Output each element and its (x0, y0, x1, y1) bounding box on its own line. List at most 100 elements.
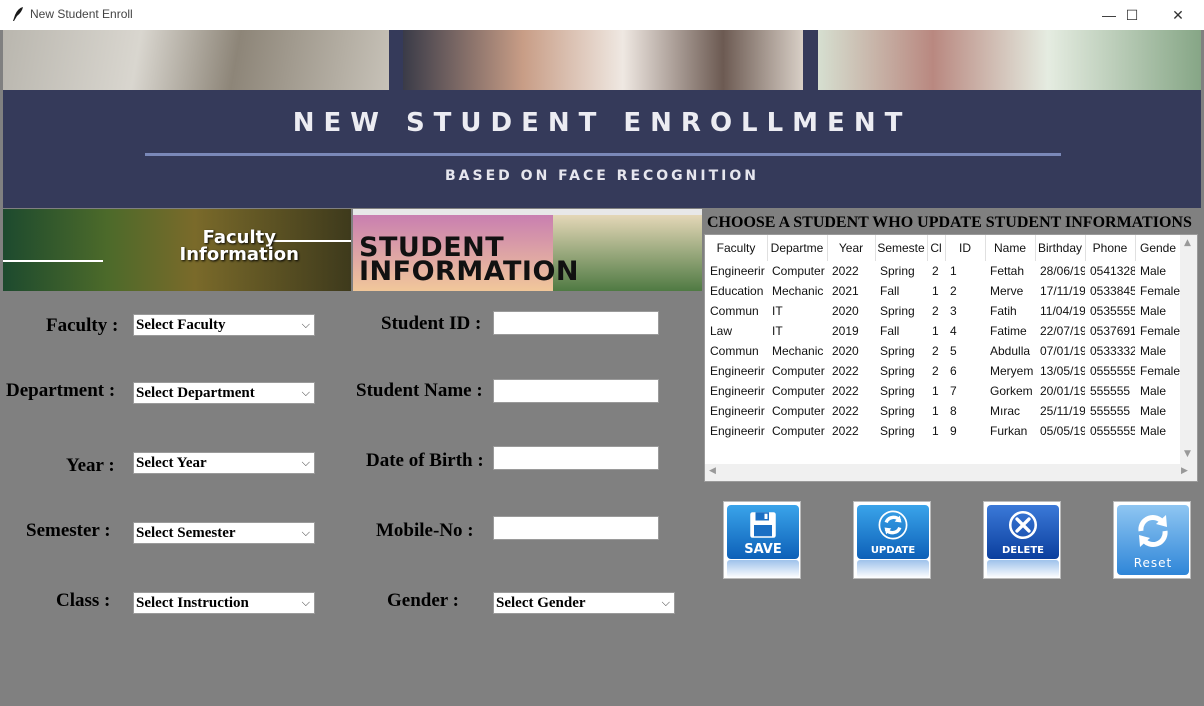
save-button-face: SAVE (727, 505, 799, 559)
delete-button[interactable]: DELETE (983, 501, 1061, 579)
table-cell: 1 (932, 284, 939, 298)
maximize-button[interactable]: ☐ (1109, 0, 1155, 30)
faculty-banner-line-left (3, 260, 103, 262)
table-column-header[interactable]: Gende (1135, 235, 1182, 261)
table-cell: IT (772, 324, 783, 338)
scroll-down-icon[interactable]: ▼ (1184, 449, 1191, 459)
department-select[interactable]: Select Department ⌵ (133, 382, 315, 404)
table-row[interactable]: Engineerir Computer 2022 Spring 1 9 Furkan 05/0… (705, 421, 1181, 441)
table-column-header[interactable]: Birthday (1035, 235, 1086, 261)
update-button[interactable]: UPDATE (853, 501, 931, 579)
student-table[interactable]: Faculty Departme Year Semeste Cl ID Name Birthd… (704, 234, 1198, 482)
department-select-value: Select Department (136, 385, 255, 401)
table-column-header[interactable]: Semeste (875, 235, 928, 261)
table-cell: Fall (880, 284, 900, 298)
table-column-header[interactable]: Phone (1085, 235, 1136, 261)
horizontal-scrollbar[interactable]: ◀ ▶ (705, 464, 1197, 481)
header-banner: NEW STUDENT ENROLLMENT BASED ON FACE REC… (3, 30, 1201, 208)
table-column-header[interactable]: Year (827, 235, 876, 261)
table-cell: Fettah (990, 264, 1025, 278)
reset-button[interactable]: Reset (1113, 501, 1191, 579)
table-cell: Spring (880, 264, 915, 278)
table-row[interactable]: Engineerir Computer 2022 Spring 2 6 Meryem 13/0… (705, 361, 1181, 381)
table-cell: Furkan (990, 424, 1028, 438)
student-name-input[interactable] (493, 379, 659, 403)
table-cell: Spring (880, 384, 915, 398)
table-column-header[interactable]: Faculty (705, 235, 768, 261)
table-cell: Female (1140, 364, 1181, 378)
table-cell: Gorkem (990, 384, 1033, 398)
table-cell: Commun (710, 344, 759, 358)
table-cell: Spring (880, 304, 915, 318)
class-select[interactable]: Select Instruction ⌵ (133, 592, 315, 614)
faculty-select-value: Select Faculty (136, 317, 226, 333)
table-cell: 07/01/19 (1040, 344, 1085, 358)
table-column-header[interactable]: ID (945, 235, 986, 261)
table-column-header[interactable]: Cl (927, 235, 946, 261)
table-cell: 2022 (832, 424, 859, 438)
table-cell: Education (710, 284, 764, 298)
student-banner-line2: INFORMATION (359, 256, 580, 287)
table-cell: 1 (950, 264, 957, 278)
table-row[interactable]: Commun Mechanic 2020 Spring 2 5 Abdulla 07/01/1… (705, 341, 1181, 361)
table-cell: 2 (950, 284, 957, 298)
vertical-scrollbar[interactable]: ▲ ▼ (1180, 235, 1197, 464)
close-button[interactable]: ✕ (1155, 0, 1201, 30)
table-cell: 2021 (832, 284, 859, 298)
table-cell: Computer (772, 384, 825, 398)
table-cell: Law (710, 324, 733, 338)
update-button-face: UPDATE (857, 505, 929, 559)
banner-photo-students (403, 30, 803, 90)
table-cell: 2022 (832, 364, 859, 378)
table-cell: Computer (772, 264, 825, 278)
table-row[interactable]: Engineerir Computer 2022 Spring 2 1 Fettah 28/0… (705, 261, 1181, 281)
semester-select[interactable]: Select Semester ⌵ (133, 522, 315, 544)
table-cell: 1 (932, 324, 939, 338)
save-button[interactable]: SAVE (723, 501, 801, 579)
reset-button-face: Reset (1117, 505, 1189, 575)
table-row[interactable]: Engineerir Computer 2022 Spring 1 7 Gorkem 20/0… (705, 381, 1181, 401)
student-id-input[interactable] (493, 311, 659, 335)
table-cell: Male (1140, 404, 1167, 418)
table-cell: 8 (950, 404, 957, 418)
student-name-label: Student Name : (356, 380, 483, 401)
scroll-left-icon[interactable]: ◀ (709, 466, 716, 476)
faculty-select[interactable]: Select Faculty ⌵ (133, 314, 315, 336)
banner-title: NEW STUDENT ENROLLMENT (292, 108, 912, 138)
scroll-up-icon[interactable]: ▲ (1184, 238, 1191, 248)
table-cell: 11/04/19 (1040, 304, 1085, 318)
table-cell: Engineerir (710, 424, 765, 438)
scroll-right-icon[interactable]: ▶ (1181, 466, 1188, 476)
table-cell: 22/07/19 (1040, 324, 1085, 338)
table-cell: 25/11/19 (1040, 404, 1085, 418)
chevron-down-icon: ⌵ (301, 386, 310, 399)
table-column-header[interactable]: Name (985, 235, 1036, 261)
gender-select[interactable]: Select Gender ⌵ (493, 592, 675, 614)
table-row[interactable]: Engineerir Computer 2022 Spring 1 8 Mırac 25/11… (705, 401, 1181, 421)
table-cell: 4 (950, 324, 957, 338)
table-cell: 28/06/19 (1040, 264, 1085, 278)
mobile-no-input[interactable] (493, 516, 659, 540)
table-cell: Engineerir (710, 404, 765, 418)
table-cell: Male (1140, 344, 1167, 358)
delete-button-reflection (987, 560, 1059, 578)
reset-arrows-icon (1138, 515, 1168, 547)
delete-button-label: DELETE (1002, 545, 1044, 556)
table-cell: 1 (932, 424, 939, 438)
table-row[interactable]: Education Mechanic 2021 Fall 1 2 Merve 17/11/19… (705, 281, 1181, 301)
table-row[interactable]: Commun IT 2020 Spring 2 3 Fatih 11/04/19 0535555… (705, 301, 1181, 321)
faculty-banner-line2: Information (179, 244, 299, 265)
table-cell: 0533845 (1090, 284, 1135, 298)
table-column-header[interactable]: Departme (767, 235, 828, 261)
table-cell: 555555 (1090, 404, 1131, 418)
date-of-birth-input[interactable] (493, 446, 659, 470)
table-cell: Male (1140, 384, 1167, 398)
year-select[interactable]: Select Year ⌵ (133, 452, 315, 474)
table-cell: Engineerir (710, 264, 765, 278)
refresh-icon (878, 510, 908, 540)
table-row[interactable]: Law IT 2019 Fall 1 4 Fatime 22/07/19 0537691 Fema… (705, 321, 1181, 341)
class-select-value: Select Instruction (136, 595, 249, 611)
table-cell: 5 (950, 344, 957, 358)
table-cell: 2020 (832, 304, 859, 318)
table-cell: Female (1140, 324, 1181, 338)
